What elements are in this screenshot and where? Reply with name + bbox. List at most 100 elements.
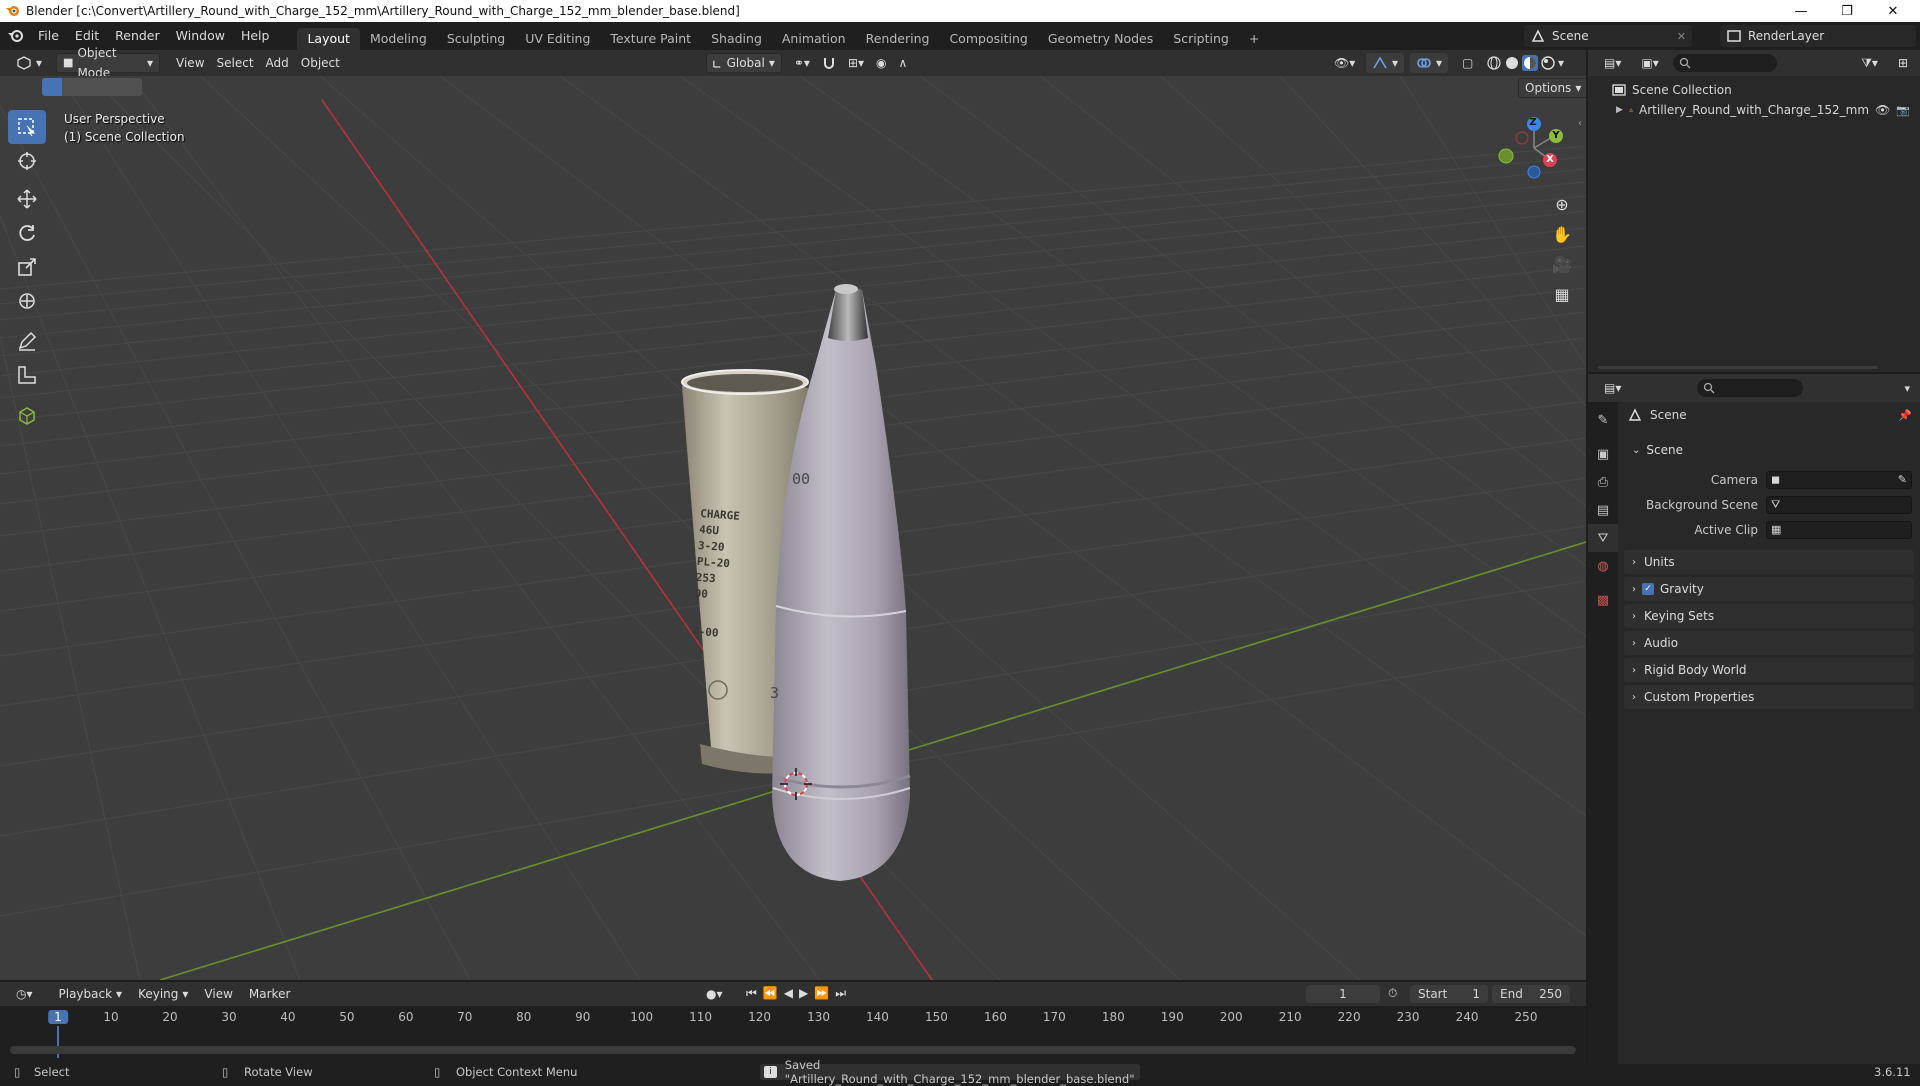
snap-target-button[interactable]: ⊞▾ <box>842 53 870 73</box>
mode-dropdown[interactable]: Object Mode ▾ <box>56 46 161 80</box>
timeline-view-menu[interactable]: View <box>198 984 238 1004</box>
rendered-shading-icon[interactable] <box>1540 55 1556 71</box>
solid-shading-icon[interactable] <box>1504 55 1520 71</box>
select-extend-button[interactable] <box>62 78 82 96</box>
measure-tool[interactable] <box>8 358 46 392</box>
tab-uv-editing[interactable]: UV Editing <box>515 28 600 50</box>
move-tool[interactable] <box>8 182 46 216</box>
properties-options-icon[interactable]: ▾ <box>1904 382 1910 395</box>
rigid-body-world-section[interactable]: › Rigid Body World <box>1624 658 1914 682</box>
scene-collection-row[interactable]: Scene Collection <box>1588 80 1920 100</box>
jump-end-icon[interactable]: ⏭ <box>835 986 846 1001</box>
pan-hand-icon[interactable]: ✋ <box>1548 220 1576 248</box>
tab-compositing[interactable]: Compositing <box>939 28 1037 50</box>
scene-tab-icon[interactable]: ⛛ <box>1588 524 1618 552</box>
tab-rendering[interactable]: Rendering <box>856 28 940 50</box>
visibility-button[interactable]: 👁▾ <box>1328 53 1361 73</box>
transform-tool[interactable] <box>8 284 46 318</box>
menu-help[interactable]: Help <box>233 22 278 50</box>
next-keyframe-icon[interactable]: ⏩ <box>814 986 829 1001</box>
material-shading-icon[interactable] <box>1522 55 1538 71</box>
zoom-icon[interactable]: ⊕ <box>1548 190 1576 218</box>
end-frame-field[interactable]: End 250 <box>1492 985 1570 1003</box>
texture-tab-icon[interactable]: ▩ <box>1588 586 1618 614</box>
maximize-button[interactable]: ❐ <box>1824 0 1870 22</box>
world-tab-icon[interactable]: ◍ <box>1588 552 1618 580</box>
close-button[interactable]: ✕ <box>1870 0 1916 22</box>
gizmo-toggle[interactable]: ▾ <box>1366 53 1405 73</box>
falloff-button[interactable]: ∧ <box>893 53 914 73</box>
tab-shading[interactable]: Shading <box>701 28 772 50</box>
select-new-button[interactable] <box>42 78 62 96</box>
current-frame-field[interactable]: 1 <box>1306 985 1380 1003</box>
active-clip-field[interactable]: ▦ <box>1766 521 1912 539</box>
menu-select[interactable]: Select <box>211 53 260 73</box>
tab-animation[interactable]: Animation <box>772 28 856 50</box>
timeline-scrollbar[interactable] <box>10 1046 1576 1054</box>
gravity-checkbox[interactable]: ✓ <box>1642 583 1654 595</box>
camera-view-icon[interactable]: 🎥 <box>1548 250 1576 278</box>
scene-selector[interactable]: Scene ✕ <box>1524 25 1692 47</box>
display-mode-button[interactable]: ▣▾ <box>1635 53 1664 73</box>
shading-buttons[interactable]: ▾ <box>1480 53 1570 73</box>
tab-modeling[interactable]: Modeling <box>360 28 437 50</box>
background-scene-field[interactable]: ⛛ <box>1766 496 1912 514</box>
editor-type-button[interactable]: ▾ <box>10 53 48 73</box>
audio-section[interactable]: › Audio <box>1624 631 1914 655</box>
pin-icon[interactable]: ✕ <box>1677 30 1686 43</box>
menu-window[interactable]: Window <box>168 22 233 50</box>
play-icon[interactable]: ▶ <box>799 986 808 1001</box>
xray-toggle[interactable]: ▢ <box>1456 53 1479 73</box>
tab-texture-paint[interactable]: Texture Paint <box>600 28 701 50</box>
custom-properties-section[interactable]: › Custom Properties <box>1624 685 1914 709</box>
keying-menu[interactable]: Keying ▾ <box>132 984 194 1004</box>
select-invert-button[interactable] <box>102 78 122 96</box>
3d-viewport[interactable]: CHARGE 46U 3-20 PL-20 253 00 4-00 00 3 U… <box>0 76 1586 980</box>
play-reverse-icon[interactable]: ◀ <box>784 986 793 1001</box>
scene-panel-header[interactable]: ⌄ Scene <box>1624 438 1914 462</box>
cursor-tool[interactable] <box>8 144 46 178</box>
scale-tool[interactable] <box>8 250 46 284</box>
options-dropdown[interactable]: Options ▾ <box>1518 78 1586 98</box>
keying-sets-section[interactable]: › Keying Sets <box>1624 604 1914 628</box>
marker-menu[interactable]: Marker <box>243 984 296 1004</box>
annotate-tool[interactable] <box>8 324 46 358</box>
filter-icon[interactable]: ⧩▾ <box>1855 53 1884 73</box>
gravity-section[interactable]: › ✓ Gravity <box>1624 577 1914 601</box>
tab-scripting[interactable]: Scripting <box>1163 28 1239 50</box>
render-camera-icon[interactable]: 📷 <box>1896 104 1910 117</box>
camera-field[interactable]: ◼ ✎ <box>1766 471 1912 489</box>
properties-editor-type[interactable]: ▤▾ <box>1598 378 1627 398</box>
render-tab-icon[interactable]: ▣ <box>1588 440 1618 468</box>
select-subtract-button[interactable] <box>82 78 102 96</box>
jump-start-icon[interactable]: ⏮ <box>746 986 757 1001</box>
preview-range-icon[interactable]: ⏱ <box>1388 986 1397 1001</box>
add-workspace-button[interactable]: + <box>1239 28 1269 50</box>
menu-add[interactable]: Add <box>260 53 295 73</box>
outliner-item-row[interactable]: ▶ Artillery_Round_with_Charge_152_mm 👁 📷 <box>1588 100 1920 120</box>
menu-object[interactable]: Object <box>295 53 346 73</box>
outliner-scrollbar[interactable] <box>1598 366 1878 369</box>
minimize-button[interactable]: — <box>1778 0 1824 22</box>
eyedropper-icon[interactable]: ✎ <box>1898 473 1907 486</box>
start-frame-field[interactable]: Start 1 <box>1410 985 1488 1003</box>
perspective-grid-icon[interactable]: ▦ <box>1548 280 1576 308</box>
overlay-toggle[interactable]: ▾ <box>1410 53 1449 73</box>
select-box-tool[interactable] <box>8 110 46 144</box>
tab-layout[interactable]: Layout <box>297 28 360 50</box>
properties-search-input[interactable] <box>1697 379 1804 397</box>
proportional-edit-toggle[interactable]: ◉ <box>870 53 892 73</box>
rotate-tool[interactable] <box>8 216 46 250</box>
timeline-ruler[interactable]: 1 10 20 30 40 50 60 70 80 90 100 110 120 130 140 150 160… <box>0 1006 1586 1064</box>
sidebar-toggle-icon[interactable]: ‹ <box>1578 118 1582 129</box>
tab-sculpting[interactable]: Sculpting <box>437 28 515 50</box>
view-layer-selector[interactable]: RenderLayer <box>1720 25 1916 47</box>
eye-icon[interactable]: 👁 <box>1875 103 1890 117</box>
prev-keyframe-icon[interactable]: ⏪ <box>763 986 778 1001</box>
tab-geometry-nodes[interactable]: Geometry Nodes <box>1038 28 1163 50</box>
menu-view[interactable]: View <box>170 53 210 73</box>
snap-toggle[interactable] <box>816 53 842 73</box>
output-tab-icon[interactable]: ⎙ <box>1588 468 1618 496</box>
new-collection-icon[interactable]: ⊞ <box>1892 53 1914 73</box>
outliner-search-input[interactable] <box>1672 54 1777 72</box>
